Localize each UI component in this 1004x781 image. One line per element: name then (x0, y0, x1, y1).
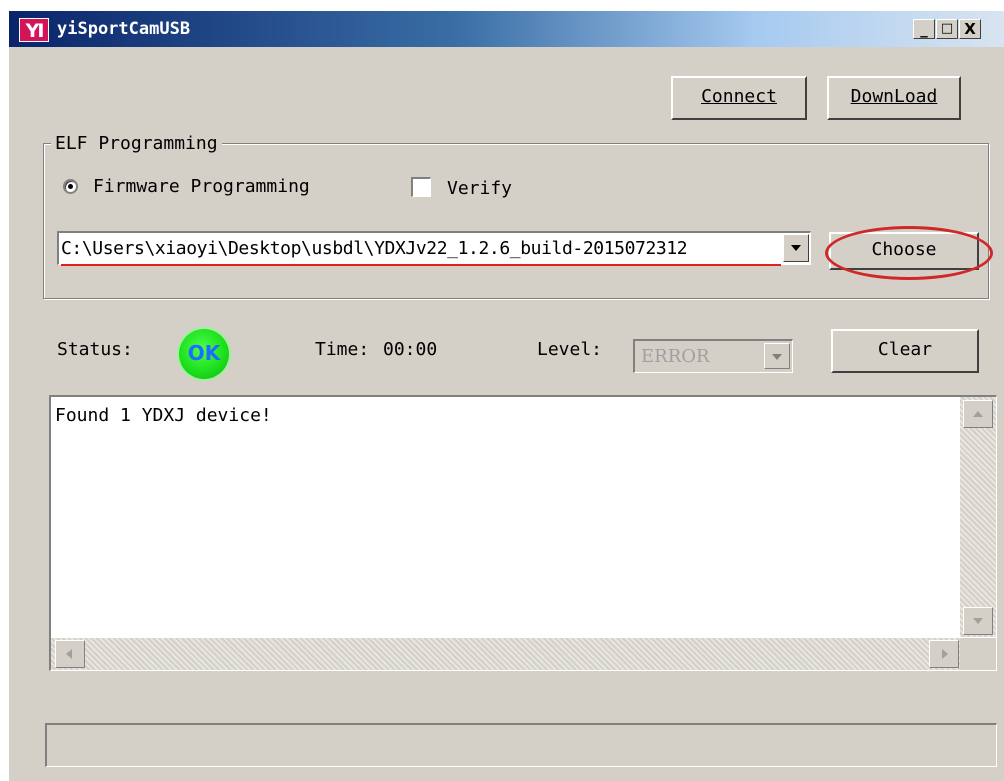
path-dropdown-button[interactable] (783, 234, 809, 262)
elf-programming-group (43, 143, 989, 299)
firmware-programming-label[interactable]: Firmware Programming (93, 176, 310, 198)
arrow-down-icon (973, 618, 983, 624)
scroll-down-button[interactable] (963, 607, 993, 635)
vertical-scrollbar[interactable] (960, 397, 996, 637)
maximize-button[interactable]: □ (936, 19, 958, 39)
level-label: Level: (537, 339, 603, 360)
log-output[interactable]: Found 1 YDXJ device! (49, 395, 997, 671)
firmware-path-value: C:\Users\xiaoyi\Desktop\usbdl\YDXJv22_1.… (61, 238, 688, 259)
radio-selected-dot (68, 184, 73, 189)
arrow-up-icon (973, 411, 983, 417)
app-logo-icon: YI (19, 18, 49, 42)
scroll-left-button[interactable] (55, 640, 85, 668)
chevron-down-icon (791, 245, 801, 251)
clear-button[interactable]: Clear (831, 329, 979, 373)
app-window: YI yiSportCamUSB _ □ X Connect DownLoad … (8, 10, 1004, 781)
status-label: Status: (57, 339, 133, 360)
firmware-programming-radio[interactable] (63, 179, 78, 194)
level-dropdown-button[interactable] (764, 343, 790, 369)
choose-button[interactable]: Choose (829, 232, 979, 270)
scroll-up-button[interactable] (963, 400, 993, 428)
progress-bar (45, 723, 997, 767)
window-title: yiSportCamUSB (57, 19, 191, 39)
elf-programming-legend: ELF Programming (51, 133, 222, 155)
minimize-button[interactable]: _ (913, 19, 935, 39)
time-label: Time: (315, 339, 370, 360)
download-button-label: DownLoad (850, 86, 938, 107)
path-underline-annotation (61, 264, 781, 266)
status-indicator: OK (179, 329, 229, 379)
download-button[interactable]: DownLoad (827, 76, 961, 120)
arrow-right-icon (942, 649, 948, 659)
level-value: ERROR (641, 346, 710, 367)
verify-checkbox[interactable] (411, 177, 431, 197)
level-select[interactable]: ERROR (633, 339, 793, 373)
scrollbar-corner (960, 638, 996, 670)
log-text: Found 1 YDXJ device! (55, 405, 272, 426)
title-bar[interactable]: YI yiSportCamUSB _ □ X (9, 11, 1004, 47)
scroll-right-button[interactable] (929, 640, 959, 668)
status-value: OK (187, 341, 221, 365)
time-value: 00:00 (383, 339, 438, 360)
firmware-path-combobox[interactable]: C:\Users\xiaoyi\Desktop\usbdl\YDXJv22_1.… (57, 231, 811, 266)
arrow-left-icon (66, 649, 72, 659)
connect-button[interactable]: Connect (671, 76, 807, 120)
verify-label[interactable]: Verify (447, 178, 512, 200)
horizontal-scrollbar[interactable] (51, 638, 961, 670)
connect-button-label: Connect (701, 86, 777, 107)
close-button[interactable]: X (959, 19, 981, 39)
chevron-down-icon (772, 354, 782, 360)
